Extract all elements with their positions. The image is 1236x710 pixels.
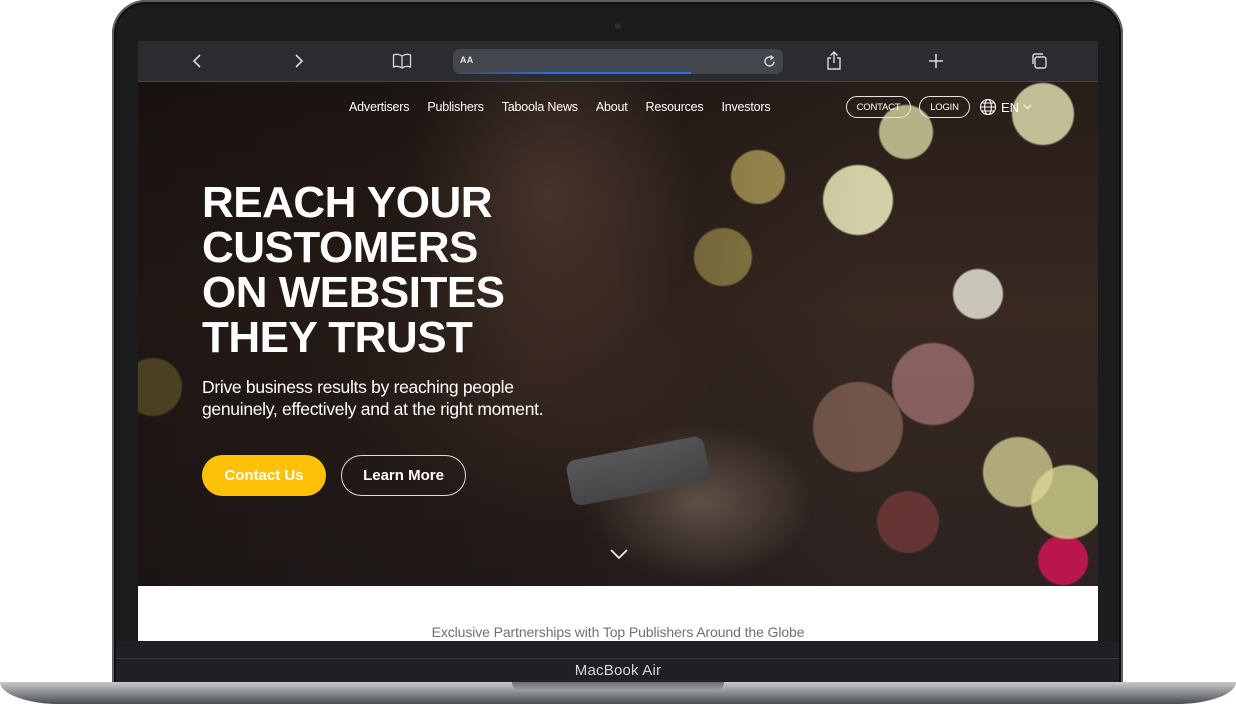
headline-line: CUSTOMERS <box>202 223 478 272</box>
hero-section: Advertisers Publishers Taboola News Abou… <box>138 82 1098 586</box>
chevron-left-icon[interactable] <box>185 50 209 72</box>
hinge-line <box>116 658 1119 659</box>
language-label: EN <box>1001 99 1020 115</box>
nav-resources[interactable]: Resources <box>646 100 704 114</box>
learn-more-button[interactable]: Learn More <box>341 455 466 496</box>
chevron-right-icon[interactable] <box>287 50 311 72</box>
book-icon[interactable] <box>390 50 414 72</box>
address-bar[interactable]: AA <box>453 49 783 74</box>
nav-investors[interactable]: Investors <box>721 100 770 114</box>
scroll-down-icon[interactable] <box>609 547 629 565</box>
nav-publishers[interactable]: Publishers <box>427 100 484 114</box>
headline-line: THEY TRUST <box>202 313 473 362</box>
headline-line: REACH YOUR <box>202 178 493 227</box>
contact-us-button[interactable]: Contact Us <box>202 455 326 496</box>
globe-icon <box>979 98 997 116</box>
share-icon[interactable] <box>822 50 846 72</box>
laptop-base-notch <box>512 682 724 691</box>
subtitle-line: genuinely, effectively and at the right … <box>202 399 544 419</box>
nav-advertisers[interactable]: Advertisers <box>349 100 410 114</box>
browser-screen: AA Advertisers Publishers Taboola News A… <box>138 41 1098 641</box>
subtitle-line: Drive business results by reaching peopl… <box>202 377 514 397</box>
contact-button[interactable]: CONTACT <box>846 96 911 118</box>
browser-toolbar: AA <box>138 41 1098 82</box>
device-label: MacBook Air <box>574 662 662 679</box>
partners-section: Exclusive Partnerships with Top Publishe… <box>138 586 1098 641</box>
plus-icon[interactable] <box>924 50 948 72</box>
chevron-down-icon <box>1023 104 1032 110</box>
login-button[interactable]: LOGIN <box>919 96 970 118</box>
reader-text-size[interactable]: AA <box>460 55 474 65</box>
partners-heading: Exclusive Partnerships with Top Publishe… <box>431 624 805 640</box>
hero-subtitle: Drive business results by reaching peopl… <box>202 376 622 420</box>
nav-about[interactable]: About <box>596 100 628 114</box>
laptop-mockup: AA Advertisers Publishers Taboola News A… <box>0 0 1236 710</box>
tabs-icon[interactable] <box>1027 50 1051 72</box>
main-nav: Advertisers Publishers Taboola News Abou… <box>349 100 771 114</box>
page-load-progress <box>453 72 691 74</box>
headline-line: ON WEBSITES <box>202 268 505 317</box>
reload-icon[interactable] <box>762 54 777 69</box>
camera-icon <box>615 23 621 29</box>
hero-headline: REACH YOUR CUSTOMERS ON WEBSITES THEY TR… <box>202 180 682 360</box>
nav-taboola-news[interactable]: Taboola News <box>502 100 578 114</box>
language-selector[interactable]: EN <box>979 98 1032 116</box>
